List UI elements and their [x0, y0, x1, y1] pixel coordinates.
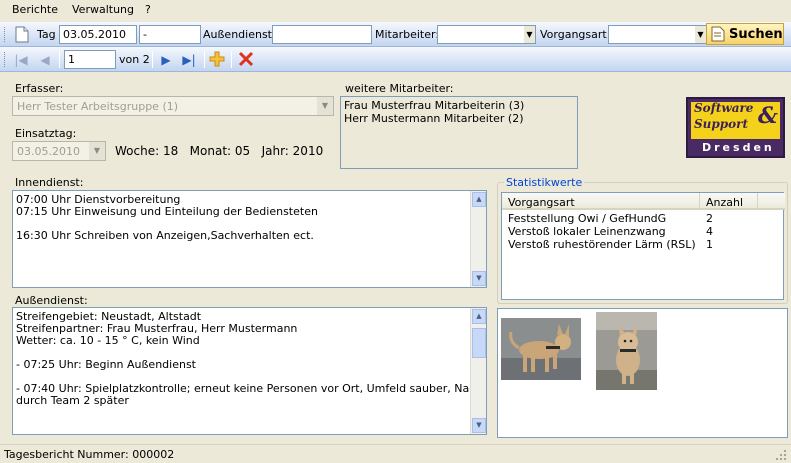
text-line: - 07:25 Uhr: Beginn Außendienst — [16, 358, 196, 371]
date-range-dash: - — [143, 28, 147, 41]
scroll-up-icon[interactable]: ▲ — [472, 309, 486, 324]
text-line: 16:30 Uhr Schreiben von Anzeigen,Sachver… — [16, 229, 314, 242]
table-row[interactable]: Verstoß lokaler Leinenzwang 4 — [502, 225, 783, 238]
next-record-icon[interactable]: ▶ — [157, 51, 175, 69]
chevron-down-icon[interactable]: ▼ — [524, 26, 535, 43]
chevron-down-icon[interactable]: ▼ — [89, 142, 105, 160]
record-count-label: von 2 — [119, 53, 150, 66]
aussendienst-label: Außendienst: — [15, 294, 88, 307]
menu-help[interactable]: ? — [145, 3, 151, 16]
scroll-down-icon[interactable]: ▼ — [472, 271, 486, 286]
toolbar-separator — [231, 51, 232, 68]
menu-verwaltung[interactable]: Verwaltung — [72, 3, 134, 16]
einsatztag-label: Einsatztag: — [15, 127, 77, 140]
week-month-year-info: Woche: 18 Monat: 05 Jahr: 2010 — [115, 144, 324, 158]
search-button[interactable]: Suchen — [706, 23, 784, 45]
vorgangsart-filter-select[interactable]: ▼ — [608, 25, 707, 44]
table-row[interactable]: Feststellung Owi / GefHundG 2 — [502, 212, 783, 225]
tag-label: Tag — [37, 28, 56, 41]
table-row[interactable]: Verstoß ruhestörender Lärm (RSL) 1 — [502, 238, 783, 251]
aussendienst-filter-label: Außendienst: — [203, 28, 276, 41]
weitere-mitarbeiter-label: weitere Mitarbeiter: — [345, 82, 454, 95]
search-document-icon — [711, 26, 725, 42]
erfasser-label: Erfasser: — [15, 82, 64, 95]
scroll-thumb[interactable] — [472, 328, 486, 358]
photo-panel — [497, 308, 788, 438]
text-line: 07:15 Uhr Einweisung und Einteilung der … — [16, 205, 318, 218]
innendienst-label: Innendienst: — [15, 176, 84, 189]
company-logo: Software Support & Dresden — [686, 97, 785, 158]
text-line: Wetter: ca. 10 - 15 ° C, kein Wind — [16, 334, 200, 347]
record-position-input[interactable]: 1 — [64, 50, 116, 69]
innendienst-scrollbar[interactable]: ▲ ▼ — [470, 191, 486, 287]
mitarbeiter-filter-select[interactable]: ▼ — [437, 25, 536, 44]
table-cell-vorgangsart: Verstoß ruhestörender Lärm (RSL) — [508, 238, 696, 251]
first-record-icon[interactable]: |◀ — [12, 51, 30, 69]
search-button-label: Suchen — [729, 26, 783, 42]
logo-line1: Software — [694, 101, 754, 115]
weitere-mitarbeiter-list[interactable]: Frau Musterfrau Mitarbeiterin (3) Herr M… — [340, 96, 578, 169]
column-header-anzahl[interactable]: Anzahl — [700, 193, 758, 210]
einsatztag-date-picker[interactable]: 03.05.2010 ▼ — [12, 141, 106, 161]
mitarbeiter-filter-label: Mitarbeiter: — [375, 28, 440, 41]
aussendienst-scrollbar[interactable]: ▲ ▼ — [470, 308, 486, 434]
table-cell-vorgangsart: Feststellung Owi / GefHundG — [508, 212, 667, 225]
previous-record-icon[interactable]: ◀ — [36, 51, 54, 69]
table-cell-vorgangsart: Verstoß lokaler Leinenzwang — [508, 225, 666, 238]
toolbar-grip[interactable] — [4, 52, 7, 67]
column-header-filler — [758, 193, 785, 210]
toolbar-separator — [59, 51, 60, 68]
erfasser-select[interactable]: Herr Tester Arbeitsgruppe (1) ▼ — [12, 96, 334, 116]
scroll-down-icon[interactable]: ▼ — [472, 418, 486, 433]
column-header-vorgangsart[interactable]: Vorgangsart — [502, 193, 700, 210]
table-cell-anzahl: 1 — [706, 238, 713, 251]
dog-photo-thumbnail[interactable] — [596, 312, 657, 390]
toolbar-separator — [152, 51, 153, 68]
search-toolbar: Tag 03.05.2010 - Außendienst: Mitarbeite… — [0, 22, 791, 47]
resize-grip-icon[interactable] — [775, 449, 787, 461]
menu-berichte[interactable]: Berichte — [12, 3, 58, 16]
dog-photo-thumbnail[interactable] — [501, 318, 581, 380]
status-bar: Tagesbericht Nummer: 000002 — [0, 444, 791, 463]
vorgangsart-filter-label: Vorgangsart: — [540, 28, 611, 41]
logo-line3: Dresden — [702, 141, 775, 154]
menu-bar: Berichte Verwaltung ? — [0, 0, 791, 20]
list-item[interactable]: Herr Mustermann Mitarbeiter (2) — [344, 112, 574, 125]
aussendienst-filter-input[interactable] — [272, 25, 372, 44]
scroll-up-icon[interactable]: ▲ — [472, 192, 486, 207]
date-to-input[interactable]: - — [139, 25, 201, 44]
einsatztag-value: 03.05.2010 — [17, 145, 80, 158]
toolbar-separator — [204, 51, 205, 68]
chevron-down-icon[interactable]: ▼ — [695, 26, 706, 43]
list-item[interactable]: Frau Musterfrau Mitarbeiterin (3) — [344, 99, 574, 112]
logo-ampersand: & — [758, 103, 778, 129]
chevron-down-icon[interactable]: ▼ — [317, 97, 333, 115]
table-cell-anzahl: 4 — [706, 225, 713, 238]
erfasser-value: Herr Tester Arbeitsgruppe (1) — [17, 100, 179, 113]
statistik-table[interactable]: Vorgangsart Anzahl Feststellung Owi / Ge… — [501, 192, 785, 300]
status-text: Tagesbericht Nummer: 000002 — [4, 448, 175, 461]
navigator-toolbar: |◀ ◀ 1 von 2 ▶ ▶| — [0, 47, 791, 72]
aussendienst-textarea[interactable]: Streifengebiet: Neustadt, Altstadt Strei… — [12, 307, 487, 435]
statistik-title: Statistikwerte — [504, 176, 585, 189]
new-document-icon[interactable] — [15, 26, 29, 43]
innendienst-textarea[interactable]: 07:00 Uhr Dienstvorbereitung 07:15 Uhr E… — [12, 190, 487, 288]
date-input[interactable]: 03.05.2010 — [59, 25, 137, 44]
toolbar-grip[interactable] — [4, 27, 7, 42]
add-record-icon[interactable] — [209, 51, 225, 67]
last-record-icon[interactable]: ▶| — [180, 51, 198, 69]
text-line: durch Team 2 später — [16, 394, 129, 407]
delete-record-icon[interactable] — [238, 51, 254, 67]
table-cell-anzahl: 2 — [706, 212, 713, 225]
logo-line2: Support — [694, 117, 749, 131]
